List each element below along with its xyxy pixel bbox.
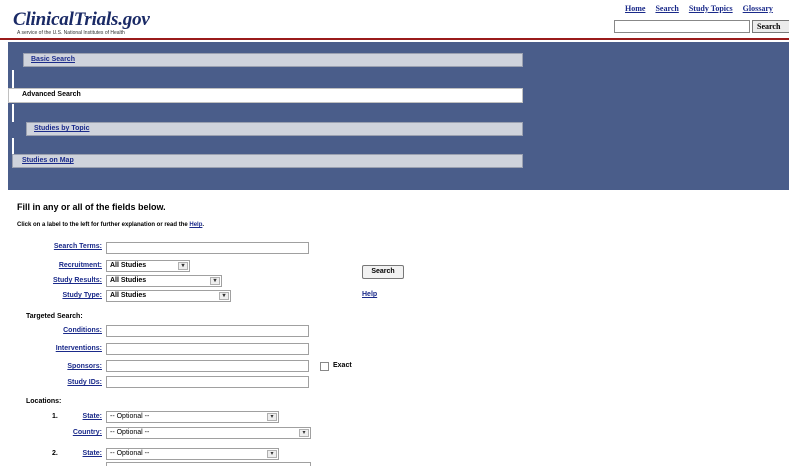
search-tabs-panel: Basic Search Advanced Search Studies by … (8, 42, 789, 190)
location-1-country-label[interactable]: Country: (52, 429, 102, 436)
tab-basic-search-label[interactable]: Basic Search (31, 56, 75, 63)
location-1-state-value: -- Optional -- (110, 413, 150, 420)
location-2-state-value: -- Optional -- (110, 450, 150, 457)
location-2-country-select[interactable] (106, 462, 311, 466)
site-header: ClinicalTrials.gov A service of the U.S.… (0, 0, 789, 40)
exact-checkbox[interactable] (320, 362, 329, 371)
top-nav: Home Search Study Topics Glossary (625, 4, 781, 13)
tab-studies-by-topic[interactable]: Studies by Topic (26, 122, 523, 136)
study-results-label[interactable]: Study Results: (36, 277, 102, 284)
chevron-down-icon: ▾ (267, 450, 277, 458)
hint-help-link[interactable]: Help (189, 222, 202, 228)
tab-studies-on-map[interactable]: Studies on Map (12, 154, 523, 168)
location-2-state-select[interactable]: -- Optional -- ▾ (106, 448, 279, 460)
exact-label: Exact (333, 362, 352, 369)
study-type-value: All Studies (110, 292, 147, 299)
tab-connector (12, 70, 14, 88)
form-hint: Click on a label to the left for further… (17, 222, 204, 228)
nav-glossary-link[interactable]: Glossary (743, 4, 773, 13)
conditions-label[interactable]: Conditions: (40, 327, 102, 334)
site-tagline: A service of the U.S. National Institute… (17, 30, 125, 36)
hint-text: Click on a label to the left for further… (17, 222, 190, 228)
chevron-down-icon: ▾ (210, 277, 220, 285)
recruitment-select[interactable]: All Studies ▾ (106, 260, 190, 272)
location-1-country-value: -- Optional -- (110, 429, 150, 436)
tab-advanced-search[interactable]: Advanced Search (8, 88, 523, 103)
nav-search-link[interactable]: Search (655, 4, 678, 13)
chevron-down-icon: ▾ (219, 292, 229, 300)
search-terms-input[interactable] (106, 242, 309, 254)
help-link[interactable]: Help (362, 291, 377, 298)
chevron-down-icon: ▾ (178, 262, 188, 270)
conditions-input[interactable] (106, 325, 309, 337)
recruitment-value: All Studies (110, 262, 147, 269)
search-button[interactable]: Search (362, 265, 404, 279)
chevron-down-icon: ▾ (267, 413, 277, 421)
tab-basic-search[interactable]: Basic Search (23, 53, 523, 67)
tab-connector (12, 138, 14, 154)
study-type-select[interactable]: All Studies ▾ (106, 290, 231, 302)
location-1-state-label[interactable]: State: (60, 413, 102, 420)
search-terms-label[interactable]: Search Terms: (40, 243, 102, 250)
recruitment-label[interactable]: Recruitment: (40, 262, 102, 269)
top-search-button[interactable]: Search (752, 20, 789, 33)
sponsors-input[interactable] (106, 360, 309, 372)
nav-study-topics-link[interactable]: Study Topics (689, 4, 733, 13)
sponsors-label[interactable]: Sponsors: (40, 363, 102, 370)
location-1-country-select[interactable]: -- Optional -- ▾ (106, 427, 311, 439)
nav-home-link[interactable]: Home (625, 4, 645, 13)
study-ids-input[interactable] (106, 376, 309, 388)
study-results-select[interactable]: All Studies ▾ (106, 275, 222, 287)
chevron-down-icon: ▾ (299, 429, 309, 437)
hint-suffix: . (202, 222, 205, 228)
interventions-input[interactable] (106, 343, 309, 355)
study-results-value: All Studies (110, 277, 147, 284)
location-2-state-label[interactable]: State: (60, 450, 102, 457)
tab-studies-on-map-label[interactable]: Studies on Map (22, 157, 74, 164)
tab-studies-by-topic-label[interactable]: Studies by Topic (34, 125, 90, 132)
targeted-search-heading: Targeted Search: (26, 313, 83, 320)
study-type-label[interactable]: Study Type: (40, 292, 102, 299)
location-1-state-select[interactable]: -- Optional -- ▾ (106, 411, 279, 423)
locations-heading: Locations: (26, 398, 62, 405)
form-intro: Fill in any or all of the fields below. (17, 202, 166, 212)
study-ids-label[interactable]: Study IDs: (40, 379, 102, 386)
location-number: 2. (52, 450, 58, 457)
top-search-input[interactable] (614, 20, 750, 33)
site-logo[interactable]: ClinicalTrials.gov (13, 9, 150, 31)
tab-connector (12, 104, 14, 122)
interventions-label[interactable]: Interventions: (36, 345, 102, 352)
location-number: 1. (52, 413, 58, 420)
